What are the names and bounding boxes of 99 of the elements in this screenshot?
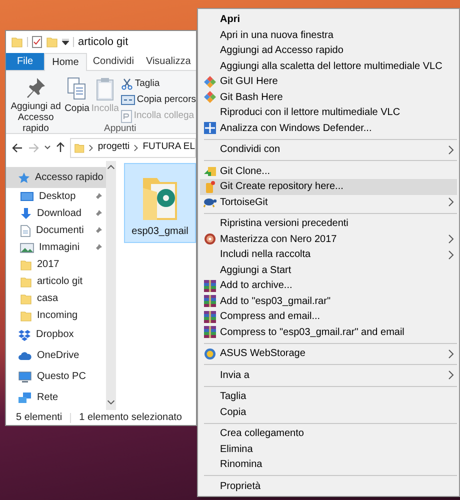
ribbon-button[interactable]: Aggiungi ad Accesso rapido [9,77,63,134]
books-stack-icon [204,326,216,338]
diamond-icon [204,76,216,88]
status-text: 1 elemento selezionato [79,411,182,425]
menu-item[interactable]: Apri [200,12,457,28]
nav-item[interactable]: articolo git [6,273,106,290]
picture-icon [20,242,34,254]
nav-item[interactable]: Questo PC [6,366,106,387]
breadcrumb[interactable]: progetti [98,140,130,155]
star-icon [18,172,30,184]
books-stack-icon [204,280,216,292]
nav-item[interactable]: Dropbox [6,324,106,345]
chevron-right-icon [88,142,95,152]
menu-item[interactable]: Analizza con Windows Defender... [200,120,457,136]
menu-item[interactable]: Invia a [200,368,457,383]
nav-item[interactable]: casa [6,290,106,307]
document-icon [20,224,31,236]
nav-item[interactable]: Rete [6,387,106,408]
nav-item[interactable]: Accesso rapido [6,167,106,188]
cylinder-icon [205,180,215,193]
turtle-icon [203,196,217,208]
up-arrow-icon[interactable] [56,142,65,153]
menu-item[interactable]: Taglia [200,389,457,404]
ribbon-tab[interactable]: File [6,53,44,70]
menu-item[interactable]: Copia [200,404,457,420]
menu-item[interactable]: Git Create repository here... [200,179,457,194]
window-title: articolo git [78,34,128,50]
shield-square-icon [204,122,216,134]
cloud-icon [18,350,32,362]
menu-item[interactable]: Git GUI Here [200,74,457,90]
folder-icon [74,142,85,154]
ribbon-tab[interactable]: Condividi [86,53,140,70]
nav-item[interactable]: Download [6,205,106,222]
menu-item[interactable]: Elimina [200,442,457,457]
ribbon-tab[interactable]: Visualizza [140,53,196,70]
menu-item[interactable]: Aggiungi alla scaletta del lettore multimediale VLC [200,58,457,74]
back-arrow-icon[interactable] [12,142,23,152]
chevron-down-icon[interactable] [44,145,51,150]
scrollbar[interactable] [106,161,116,410]
diamond-icon [204,91,216,104]
menu-item[interactable]: Riproduci con il lettore multimediale VLC [200,105,457,120]
books-stack-icon [204,310,216,323]
folder-icon [20,258,32,270]
menu-item[interactable]: Ripristina versioni precedenti [200,216,457,232]
nav-item[interactable]: Incoming [6,307,106,324]
address-field[interactable]: progetti FUTURA EL [70,138,196,158]
caret-icon[interactable] [62,38,69,46]
nav-item[interactable]: OneDrive [6,345,106,366]
nav-item[interactable]: Desktop [6,188,106,205]
scissors-icon [120,78,133,90]
menu-item[interactable]: Git Clone... [200,164,457,179]
globe-icon [204,348,216,360]
monitor-icon [20,190,34,202]
network-icon [18,392,32,404]
menu-item[interactable]: Add to "esp03_gmail.rar" [200,294,457,309]
clipboard-icon [96,77,114,101]
shortcut-icon [120,110,132,122]
folder-icon [20,276,32,288]
computer-icon [18,370,32,382]
ribbon-tab[interactable]: Home [44,53,87,71]
menu-item[interactable]: Rinomina [200,457,457,472]
menu-item[interactable]: Apri in una nuova finestra [200,28,457,43]
menu-item[interactable]: Aggiungi ad Accesso rapido [200,43,457,58]
menu-item[interactable]: ASUS WebStorage [200,346,457,362]
box-logo-icon [18,328,31,340]
checklist-icon[interactable] [32,36,42,48]
menu-item[interactable]: Proprietà [200,478,457,494]
copy-icon [66,77,87,101]
menu-item[interactable]: Condividi con [200,142,457,158]
new-folder-icon [46,36,58,48]
path-icon [120,95,135,105]
nav-item[interactable]: 2017 [6,256,106,273]
folder-arrow-icon [204,165,216,178]
folder-icon [11,36,23,48]
ribbon-button[interactable]: Taglia [120,77,196,91]
arrow-down-icon [20,208,32,220]
breadcrumb[interactable]: FUTURA EL [142,140,195,155]
folder-icon [20,292,32,304]
menu-item[interactable]: Compress and email... [200,309,457,324]
file-item[interactable]: esp03_gmail [124,163,196,243]
ribbon-button[interactable]: Copia [64,77,90,114]
group-label: Appunti [104,122,136,136]
nav-item[interactable]: Immagini [6,239,106,256]
folder-icon [20,310,32,322]
disc-icon [204,233,216,246]
pin-icon [26,77,46,99]
nav-item[interactable]: Documenti [6,222,106,239]
ribbon-button[interactable]: Copia percors [120,93,196,107]
menu-item[interactable]: Includi nella raccolta [200,247,457,262]
chevron-right-icon [132,142,140,152]
status-text: 5 elementi [16,411,62,425]
menu-item[interactable]: Crea collegamento [200,426,457,442]
menu-item[interactable]: Masterizza con Nero 2017 [200,232,457,247]
menu-item[interactable]: Aggiungi a Start [200,262,457,278]
menu-item[interactable]: TortoiseGit [200,194,457,210]
menu-item[interactable]: Git Bash Here [200,90,457,105]
books-stack-icon [204,295,216,308]
menu-item[interactable]: Compress to "esp03_gmail.rar" and email [200,324,457,340]
menu-item[interactable]: Add to archive... [200,278,457,294]
